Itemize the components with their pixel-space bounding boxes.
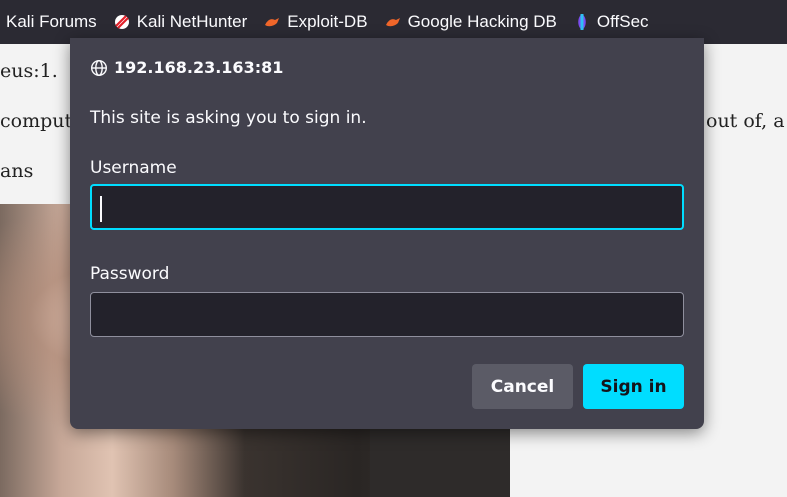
- dialog-message: This site is asking you to sign in.: [90, 108, 367, 128]
- origin-text: 192.168.23.163:81: [114, 58, 284, 77]
- bookmark-exploit-db[interactable]: Exploit-DB: [263, 12, 368, 32]
- bookmark-label: Exploit-DB: [287, 12, 368, 31]
- bookmark-label: Kali Forums: [6, 12, 97, 31]
- bookmark-label: Google Hacking DB: [407, 12, 557, 31]
- ghdb-icon: [384, 13, 402, 31]
- page-text-line: ans: [0, 160, 34, 182]
- nethunter-icon: [113, 13, 131, 31]
- bookmark-ghdb[interactable]: Google Hacking DB: [384, 12, 557, 32]
- offsec-icon: [573, 13, 591, 31]
- password-input[interactable]: [90, 292, 684, 337]
- dialog-origin: 192.168.23.163:81: [90, 58, 283, 77]
- globe-icon: [90, 59, 108, 77]
- cancel-button[interactable]: Cancel: [472, 364, 573, 409]
- password-label: Password: [90, 264, 170, 284]
- bookmark-label: Kali NetHunter: [136, 12, 248, 31]
- page-text-line: eus:1.: [0, 60, 58, 82]
- exploit-db-icon: [263, 13, 281, 31]
- sign-in-button[interactable]: Sign in: [583, 364, 684, 409]
- bookmark-kali-forums[interactable]: Kali Forums: [6, 12, 97, 32]
- bookmark-label: OffSec: [596, 12, 649, 31]
- auth-dialog: 192.168.23.163:81 This site is asking yo…: [70, 38, 704, 429]
- bookmark-kali-nethunter[interactable]: Kali NetHunter: [113, 12, 248, 32]
- page-text-line: out of, a: [706, 110, 785, 132]
- bookmark-offsec[interactable]: OffSec: [573, 12, 649, 32]
- page-text-line: comput: [0, 110, 73, 132]
- username-input[interactable]: [90, 184, 684, 230]
- text-caret: [100, 196, 102, 222]
- username-label: Username: [90, 158, 177, 178]
